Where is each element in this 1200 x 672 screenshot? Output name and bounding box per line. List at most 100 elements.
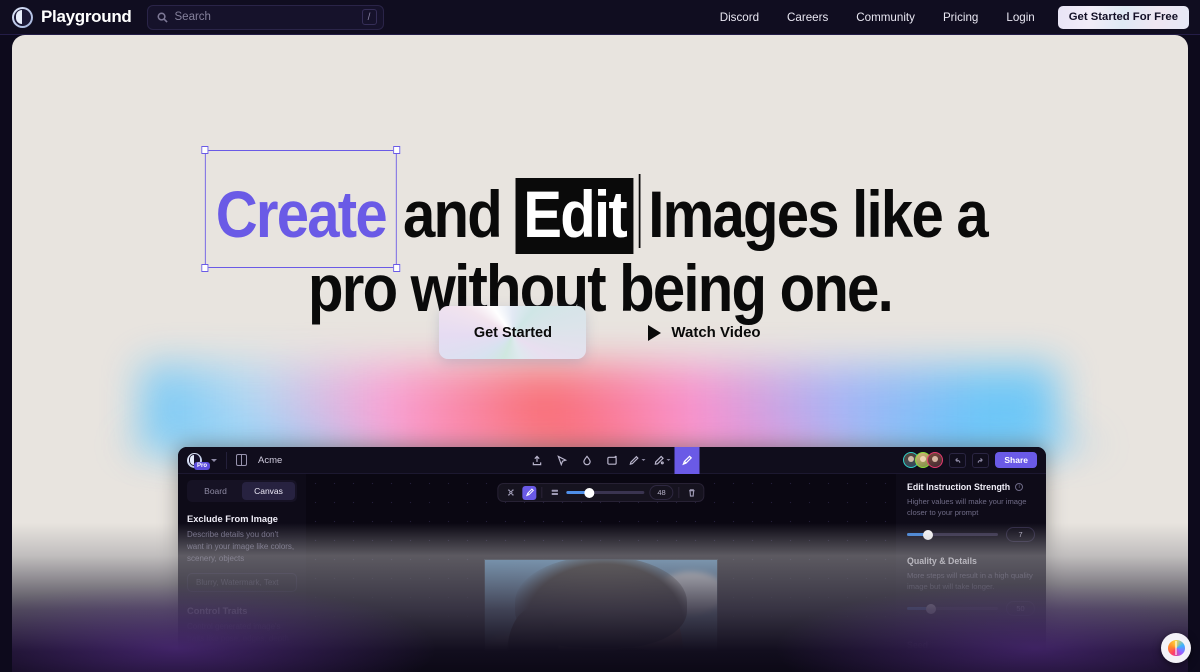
brand[interactable]: Playground — [12, 7, 132, 28]
chevron-down-icon[interactable] — [667, 459, 671, 461]
slider-knob[interactable] — [584, 488, 594, 498]
share-button[interactable]: Share — [995, 452, 1037, 468]
pen-icon[interactable] — [625, 447, 650, 474]
seed-title: Seed — [907, 640, 928, 650]
info-icon[interactable]: i — [1015, 483, 1023, 491]
tab-board[interactable]: Board — [189, 482, 242, 500]
headline-edit-text: Edit — [523, 177, 626, 251]
nav-link-community[interactable]: Community — [842, 11, 929, 24]
edit-instruction-strength-row: 7 — [907, 527, 1035, 542]
divider — [907, 630, 1035, 631]
brush-size-value: 48 — [649, 485, 673, 500]
edit-instruction-strength-header: Edit Instruction Strength i — [907, 482, 1035, 492]
frame-icon[interactable] — [600, 447, 625, 474]
chat-widget-button[interactable] — [1161, 633, 1191, 663]
portrait-eye — [625, 662, 641, 669]
side-panel-icon[interactable] — [236, 454, 247, 466]
quality-details-value: 50 — [1006, 601, 1035, 616]
control-traits-desc: Control generated image's traits like po… — [187, 621, 297, 657]
quality-details-row: 50 — [907, 601, 1035, 616]
play-triangle-icon — [648, 325, 661, 341]
brand-name: Playground — [41, 7, 132, 27]
brain-chat-icon — [1168, 640, 1185, 656]
nav-link-careers[interactable]: Careers — [773, 11, 842, 24]
selection-handle-top-left[interactable] — [202, 146, 209, 154]
headline-and: and — [403, 177, 501, 251]
headline-word-create[interactable]: Create — [213, 180, 389, 248]
cursor-icon[interactable] — [550, 447, 575, 474]
trash-icon[interactable] — [685, 486, 699, 500]
selection-handle-top-right[interactable] — [393, 146, 400, 154]
edit-instruction-strength-title: Edit Instruction Strength — [907, 482, 1010, 492]
redo-icon[interactable] — [972, 453, 989, 468]
undo-icon[interactable] — [949, 453, 966, 468]
chevron-down-icon[interactable] — [211, 459, 217, 462]
exclude-from-image-title: Exclude From Image — [187, 514, 297, 524]
quality-details-header: Quality & Details — [907, 556, 1035, 566]
nav-link-discord[interactable]: Discord — [706, 11, 773, 24]
top-navbar: Playground Search / Discord Careers Comm… — [0, 0, 1200, 35]
seed-header: Seed — [907, 640, 1035, 650]
nav-link-pricing[interactable]: Pricing — [929, 11, 992, 24]
search-input[interactable]: Search / — [147, 5, 384, 30]
search-shortcut-key: / — [362, 9, 377, 25]
watch-video-button[interactable]: Watch Video — [648, 324, 760, 341]
quality-details-title: Quality & Details — [907, 556, 977, 566]
brush-size-slider[interactable] — [566, 491, 644, 494]
watch-video-label: Watch Video — [671, 324, 760, 341]
project-name[interactable]: Acme — [258, 455, 282, 466]
eraser-icon[interactable] — [575, 447, 600, 474]
divider — [226, 452, 227, 469]
add-control-button[interactable]: + Add control — [187, 665, 297, 672]
page-title: Create and Edit Images like a pro withou… — [83, 178, 1118, 322]
right-panel: Edit Instruction Strength i Higher value… — [896, 474, 1046, 672]
get-started-button[interactable]: Get Started — [439, 306, 586, 359]
playground-circle-logo-icon — [12, 7, 33, 28]
upload-icon[interactable] — [525, 447, 550, 474]
app-topbar: Pro Acme — [178, 447, 1046, 474]
avatar[interactable] — [927, 452, 943, 468]
edit-instruction-strength-desc: Higher values will make your image close… — [907, 496, 1035, 518]
headline-word-edit[interactable]: Edit — [515, 178, 633, 254]
cta-row: Get Started Watch Video — [12, 306, 1188, 359]
move-icon[interactable] — [503, 486, 517, 500]
nav-link-login[interactable]: Login — [992, 11, 1048, 24]
app-brand[interactable]: Pro — [178, 453, 217, 468]
quality-details-desc: More steps will result in a high quality… — [907, 570, 1035, 592]
app-topbar-right: Share — [903, 452, 1046, 468]
divider — [679, 487, 680, 498]
canvas-area[interactable]: 48 — [306, 474, 896, 672]
brush-size-icon[interactable] — [547, 486, 561, 500]
text-caret — [639, 174, 641, 248]
canvas-floating-toolbar: 48 — [497, 483, 704, 502]
headline-rest-line1: Images like a — [648, 177, 987, 251]
headline-create-text: Create — [216, 177, 386, 251]
panel-tabs: Board Canvas — [187, 480, 297, 502]
chevron-down-icon[interactable] — [642, 459, 646, 461]
seed-desc: Different numbers result in new variatio… — [907, 654, 1035, 672]
quality-details-slider[interactable] — [907, 607, 998, 610]
search-placeholder: Search — [175, 11, 355, 23]
app-body: Board Canvas Exclude From Image Describe… — [178, 474, 1046, 672]
exclude-from-image-desc: Describe details you don't want in your … — [187, 529, 297, 565]
brush-icon[interactable] — [675, 447, 700, 474]
brush-icon[interactable] — [522, 486, 536, 500]
slider-knob[interactable] — [923, 530, 933, 540]
slider-knob[interactable] — [926, 604, 936, 614]
plan-badge: Pro — [194, 462, 210, 470]
exclude-from-image-input[interactable]: Blurry, Watermark, Text — [187, 573, 297, 592]
search-icon — [157, 12, 168, 23]
collaborator-avatars — [903, 452, 943, 468]
canvas-artwork[interactable] — [484, 559, 718, 672]
left-panel: Board Canvas Exclude From Image Describe… — [178, 474, 306, 672]
nav-links: Discord Careers Community Pricing Login … — [706, 6, 1189, 29]
app-toolbar — [525, 447, 700, 474]
app-preview-window: Pro Acme — [178, 447, 1046, 672]
get-started-for-free-button[interactable]: Get Started For Free — [1058, 6, 1189, 29]
control-traits-title: Control Traits — [187, 606, 297, 616]
edit-instruction-strength-slider[interactable] — [907, 533, 998, 536]
tab-canvas[interactable]: Canvas — [242, 482, 295, 500]
rainbow-glow-band — [142, 365, 1058, 450]
hero-section: Create and Edit Images like a pro withou… — [12, 35, 1188, 672]
magic-wand-icon[interactable] — [650, 447, 675, 474]
